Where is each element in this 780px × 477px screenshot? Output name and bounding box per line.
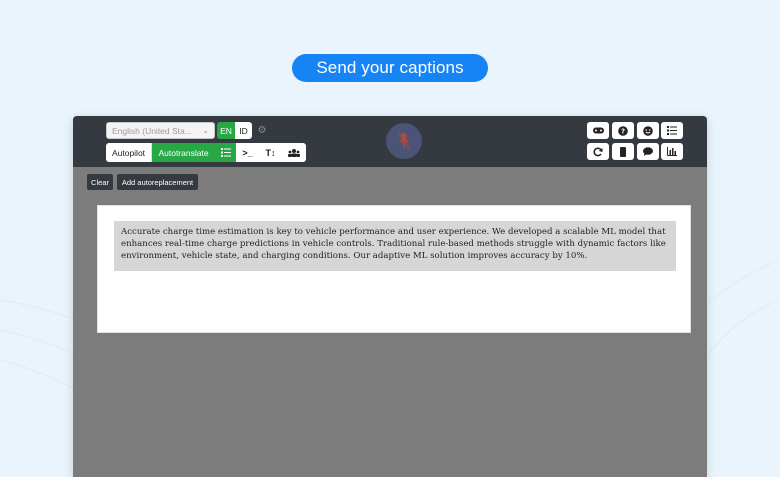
send-captions-button[interactable]: Send your captions (292, 54, 488, 82)
comment-icon[interactable] (637, 143, 659, 160)
toolbar: English (United Sta... ⌄ EN ID ⚙ Autopil… (73, 116, 707, 167)
chart-icon[interactable] (661, 143, 683, 160)
terminal-icon[interactable]: >_ (236, 143, 259, 162)
mobile-icon[interactable] (612, 143, 634, 160)
microphone-button[interactable] (386, 123, 422, 159)
autotranslate-button[interactable]: Autotranslate (152, 143, 215, 162)
list-icon[interactable] (215, 143, 236, 162)
language-select-value: English (United Sta... (112, 125, 192, 136)
microphone-icon (398, 132, 410, 150)
caption-panel: Accurate charge time estimation is key t… (97, 205, 691, 333)
refresh-icon[interactable] (587, 143, 609, 160)
list-icon[interactable] (661, 122, 683, 139)
text-height-icon[interactable]: T↕ (259, 143, 282, 162)
caption-editor-window: English (United Sta... ⌄ EN ID ⚙ Autopil… (73, 116, 707, 477)
clear-button[interactable]: Clear (87, 174, 113, 190)
gamepad-icon[interactable] (587, 122, 609, 139)
caption-text[interactable]: Accurate charge time estimation is key t… (114, 221, 676, 271)
users-icon[interactable] (282, 143, 306, 162)
lang-en-toggle[interactable]: EN (217, 122, 235, 139)
question-icon[interactable]: ? (612, 122, 634, 139)
language-select[interactable]: English (United Sta... ⌄ (106, 122, 215, 139)
mode-toolbar: Autopilot Autotranslate >_ T↕ (106, 143, 306, 162)
svg-text:?: ? (621, 127, 625, 135)
smile-icon[interactable] (637, 122, 659, 139)
autopilot-button[interactable]: Autopilot (106, 143, 152, 162)
add-autoreplacement-button[interactable]: Add autoreplacement (117, 174, 198, 190)
lang-id-toggle[interactable]: ID (235, 122, 252, 139)
chevron-down-icon: ⌄ (202, 126, 209, 135)
gear-icon[interactable]: ⚙ (256, 122, 268, 139)
